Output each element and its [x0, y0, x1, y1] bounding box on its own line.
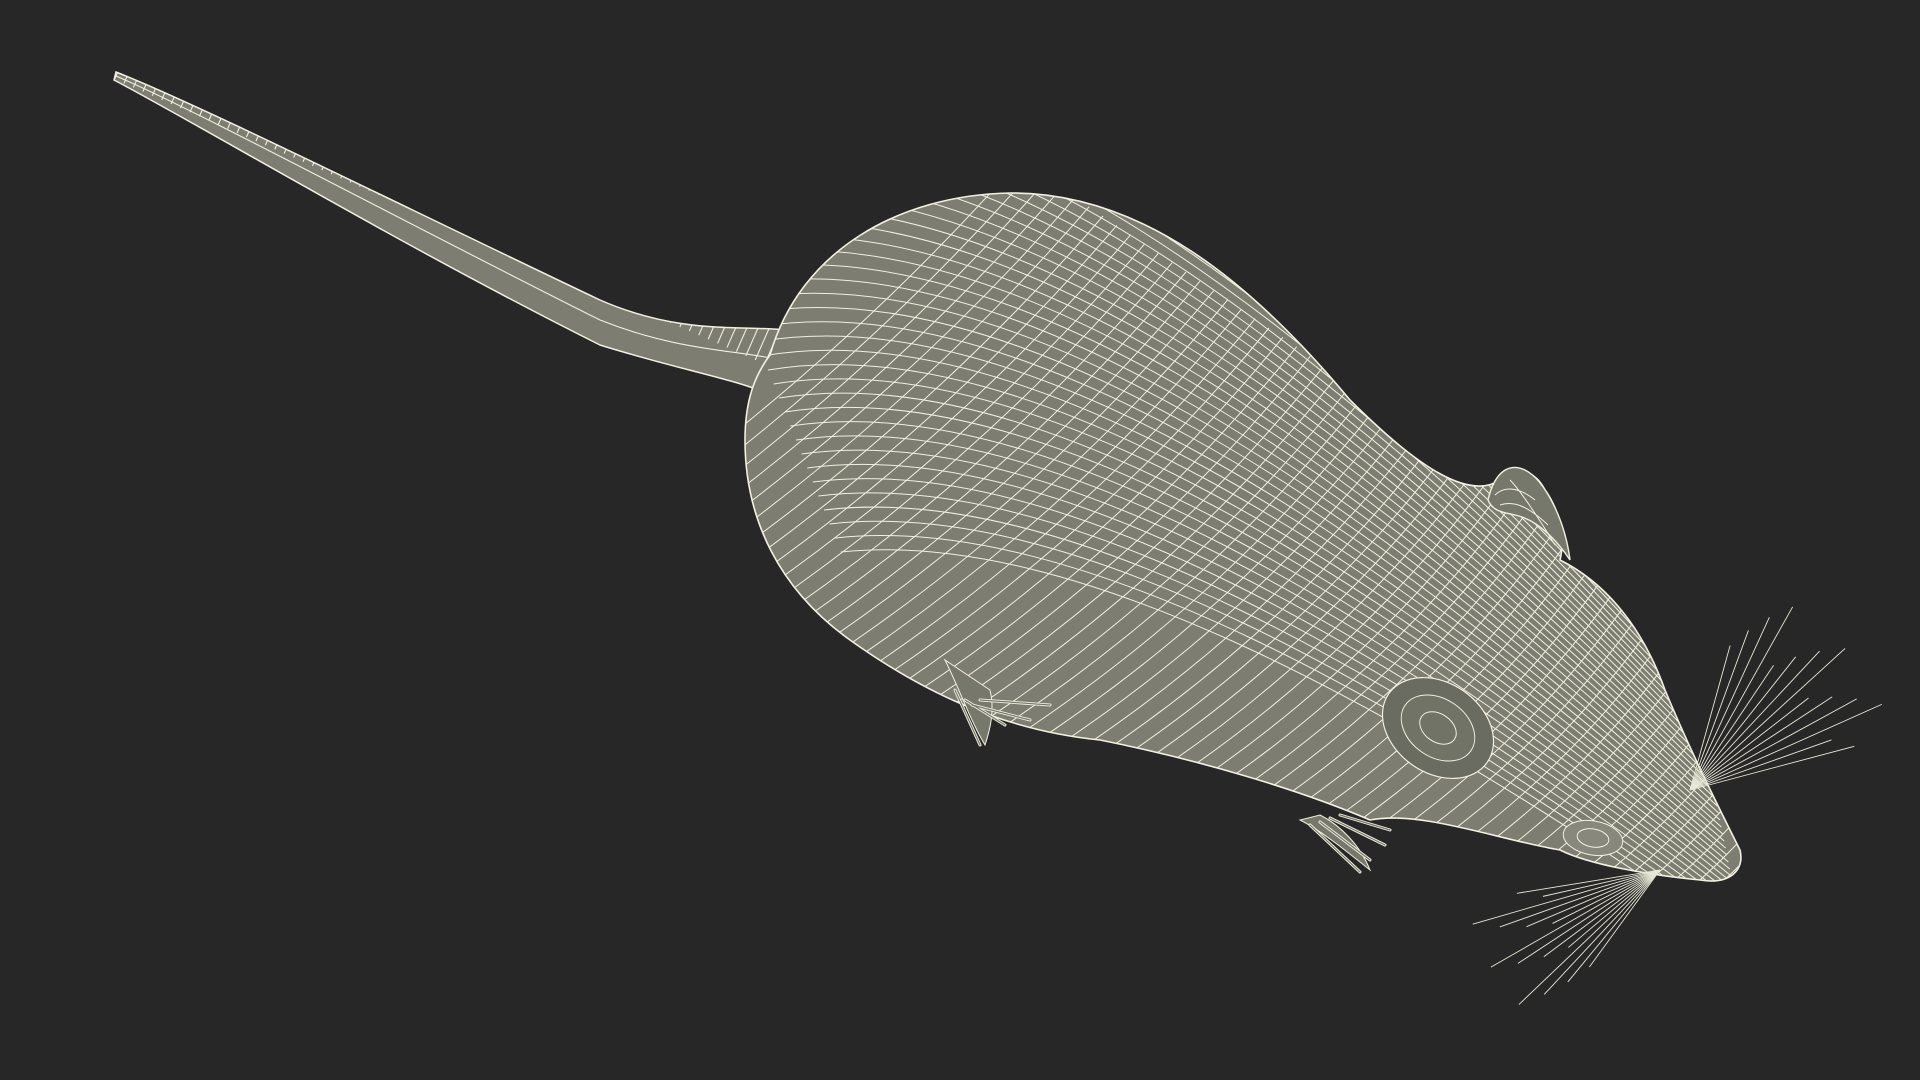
rat-body	[744, 192, 1742, 882]
rat-wireframe-render	[113, 71, 1882, 1005]
rat-front-paw	[1298, 813, 1392, 874]
rat-tail	[113, 71, 786, 396]
render-viewport	[0, 0, 1920, 1080]
